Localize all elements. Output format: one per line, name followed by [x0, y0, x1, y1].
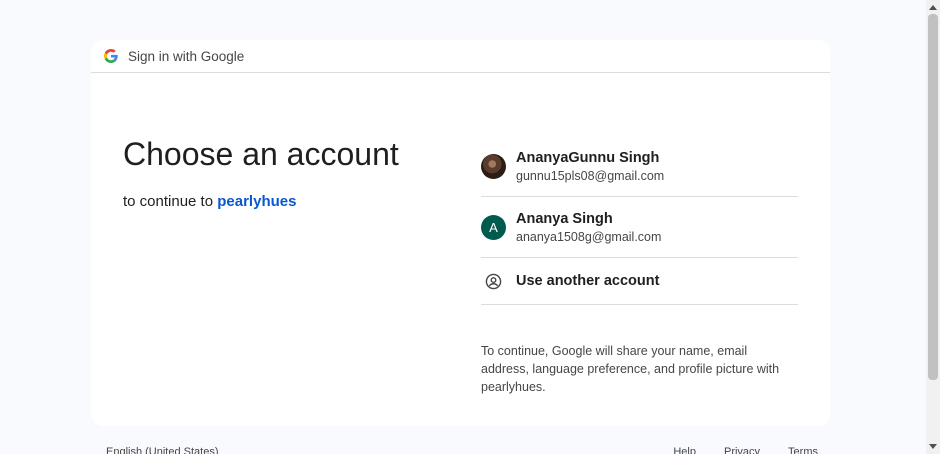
- avatar: [481, 153, 506, 179]
- disclaimer-text: To continue, Google will share your name…: [481, 344, 780, 394]
- account-text: AnanyaGunnu Singh gunnu15pls08@gmail.com: [516, 150, 664, 183]
- use-another-account-button[interactable]: Use another account: [481, 258, 798, 305]
- scroll-down-arrow-icon[interactable]: [926, 440, 940, 454]
- scroll-up-arrow-icon[interactable]: [926, 0, 940, 14]
- left-column: Choose an account to continue to pearlyh…: [123, 136, 399, 210]
- use-another-account-label: Use another account: [516, 273, 660, 289]
- app-name-link[interactable]: pearlyhues: [217, 193, 296, 210]
- account-circle-icon: [481, 269, 506, 294]
- google-logo-icon: [104, 49, 118, 63]
- footer-link-privacy[interactable]: Privacy: [724, 446, 760, 454]
- language-selector[interactable]: English (United States): [106, 446, 219, 454]
- account-item[interactable]: AnanyaGunnu Singh gunnu15pls08@gmail.com: [481, 136, 798, 197]
- scroll-thumb[interactable]: [928, 14, 938, 380]
- footer-link-terms[interactable]: Terms: [788, 446, 818, 454]
- account-name: AnanyaGunnu Singh: [516, 149, 660, 166]
- account-email: gunnu15pls08@gmail.com: [516, 168, 665, 183]
- account-list: AnanyaGunnu Singh gunnu15pls08@gmail.com…: [481, 136, 798, 396]
- page-title: Choose an account: [123, 136, 399, 172]
- subtitle-prefix: to continue to: [123, 193, 214, 210]
- account-text: Ananya Singh ananya1508g@gmail.com: [516, 211, 661, 244]
- page: Sign in with Google Choose an account to…: [0, 0, 940, 454]
- sign-in-card: Sign in with Google Choose an account to…: [91, 40, 830, 426]
- footer-link-help[interactable]: Help: [673, 446, 696, 454]
- footer-links: Help Privacy Terms: [673, 446, 818, 454]
- scrollbar[interactable]: [926, 0, 940, 454]
- account-email: ananya1508g@gmail.com: [516, 229, 662, 244]
- subtitle: to continue to pearlyhues: [123, 193, 399, 210]
- avatar: A: [481, 214, 506, 240]
- account-name: Ananya Singh: [516, 210, 613, 227]
- header-title: Sign in with Google: [128, 48, 245, 64]
- footer: English (United States) Help Privacy Ter…: [106, 446, 818, 454]
- card-header: Sign in with Google: [91, 40, 830, 73]
- account-item[interactable]: A Ananya Singh ananya1508g@gmail.com: [481, 197, 798, 258]
